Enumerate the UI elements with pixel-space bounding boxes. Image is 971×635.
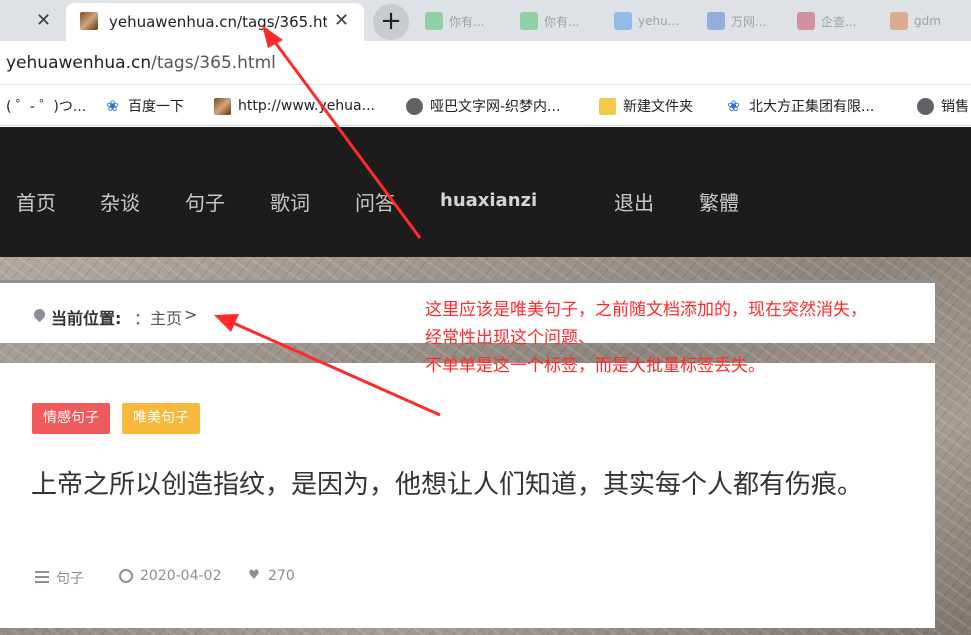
address-bar[interactable]: yehuawenhua.cn/tags/365.html	[0, 41, 971, 85]
cloud-icon	[707, 12, 725, 30]
post-category[interactable]: 句子	[35, 568, 84, 588]
tag-weimei[interactable]: 唯美句子	[122, 403, 200, 434]
annotation-line: 不单单是这一个标签，而是大批量标签丢失。	[425, 356, 765, 376]
globe-icon	[917, 97, 934, 115]
close-icon[interactable]: ✕	[334, 10, 349, 31]
site-favicon-icon	[214, 97, 231, 115]
annotation-line: 这里应该是唯美句子，之前随文档添加的，现在突然消失，	[425, 300, 867, 320]
previous-tab[interactable]: ✕	[0, 0, 66, 41]
background-tab[interactable]: 企查...	[797, 10, 856, 32]
site-icon	[890, 12, 908, 30]
annotation-line: 经常性出现这个问题、	[425, 328, 595, 348]
nav-juzi[interactable]: 句子	[185, 187, 225, 216]
bookmark-item[interactable]: 新建文件夹	[599, 96, 693, 116]
bookmark-item[interactable]: 哑巴文字网-织梦内...	[406, 96, 560, 116]
nav-user[interactable]: huaxianzi	[440, 190, 537, 211]
background-tab[interactable]: 你有...	[425, 10, 484, 32]
baidu-paw-icon: ❀	[106, 96, 119, 115]
annotation-note: 这里应该是唯美句子，之前随文档添加的，现在突然消失， 经常性出现这个问题、 不单…	[425, 296, 971, 380]
bookmarks-bar: ( ゜- ゜)つ... ❀ 百度一下 http://www.yehua... 哑…	[0, 86, 971, 126]
post-date: 2020-04-02	[119, 568, 221, 584]
background-tab[interactable]: gdm	[890, 10, 941, 32]
tab-strip: ✕ yehuawenhua.cn/tags/365.htm ✕ + 你有... …	[0, 0, 971, 41]
wechat-icon	[425, 12, 443, 30]
site-icon	[614, 12, 632, 30]
list-icon	[35, 571, 49, 585]
tag-qinggan[interactable]: 情感句子	[32, 403, 110, 434]
bookmark-item[interactable]: ❀ 北大方正集团有限...	[725, 96, 874, 116]
background-tab[interactable]: 万网...	[707, 10, 766, 32]
url-text[interactable]: yehuawenhua.cn/tags/365.html	[6, 53, 276, 73]
breadcrumb-label: 当前位置:	[51, 309, 122, 328]
close-icon[interactable]: ✕	[36, 10, 51, 31]
heart-icon: ♥	[248, 568, 260, 583]
globe-icon	[406, 97, 423, 115]
nav-logout[interactable]: 退出	[614, 187, 654, 216]
nav-wenda[interactable]: 问答	[355, 187, 395, 216]
clock-icon	[119, 569, 133, 583]
qichacha-icon	[797, 12, 815, 30]
bookmark-item[interactable]: http://www.yehua...	[214, 96, 375, 116]
nav-zatan[interactable]: 杂谈	[100, 187, 140, 216]
tab-title: yehuawenhua.cn/tags/365.htm	[109, 13, 327, 31]
site-header: 首页 杂谈 句子 歌词 问答 huaxianzi 退出 繁體	[0, 127, 971, 257]
post-title[interactable]: 上帝之所以创造指纹，是因为，他想让人们知道，其实每个人都有伤痕。	[31, 467, 871, 503]
breadcrumb-separator: >	[184, 305, 198, 324]
baidu-paw-icon: ❀	[727, 96, 740, 115]
background-tab[interactable]: 你有...	[520, 10, 579, 32]
nav-geci[interactable]: 歌词	[270, 187, 310, 216]
active-tab[interactable]: yehuawenhua.cn/tags/365.htm ✕	[66, 3, 364, 41]
bookmark-item[interactable]: 销售	[917, 96, 969, 116]
new-tab-button[interactable]: +	[373, 4, 409, 40]
background-tab[interactable]: yehu...	[614, 10, 679, 32]
bookmark-item[interactable]: ( ゜- ゜)つ...	[6, 96, 86, 116]
bookmark-item[interactable]: ❀ 百度一下	[104, 96, 184, 116]
location-pin-icon	[31, 306, 48, 323]
wechat-icon	[520, 12, 538, 30]
breadcrumb-home-link[interactable]: ：主页	[134, 305, 182, 329]
nav-home[interactable]: 首页	[16, 187, 56, 216]
folder-icon	[599, 97, 616, 115]
post-card: 情感句子 唯美句子 上帝之所以创造指纹，是因为，他想让人们知道，其实每个人都有伤…	[0, 363, 935, 628]
site-favicon-icon	[80, 12, 98, 30]
post-likes[interactable]: ♥ 270	[247, 568, 295, 584]
nav-traditional[interactable]: 繁體	[699, 187, 739, 216]
